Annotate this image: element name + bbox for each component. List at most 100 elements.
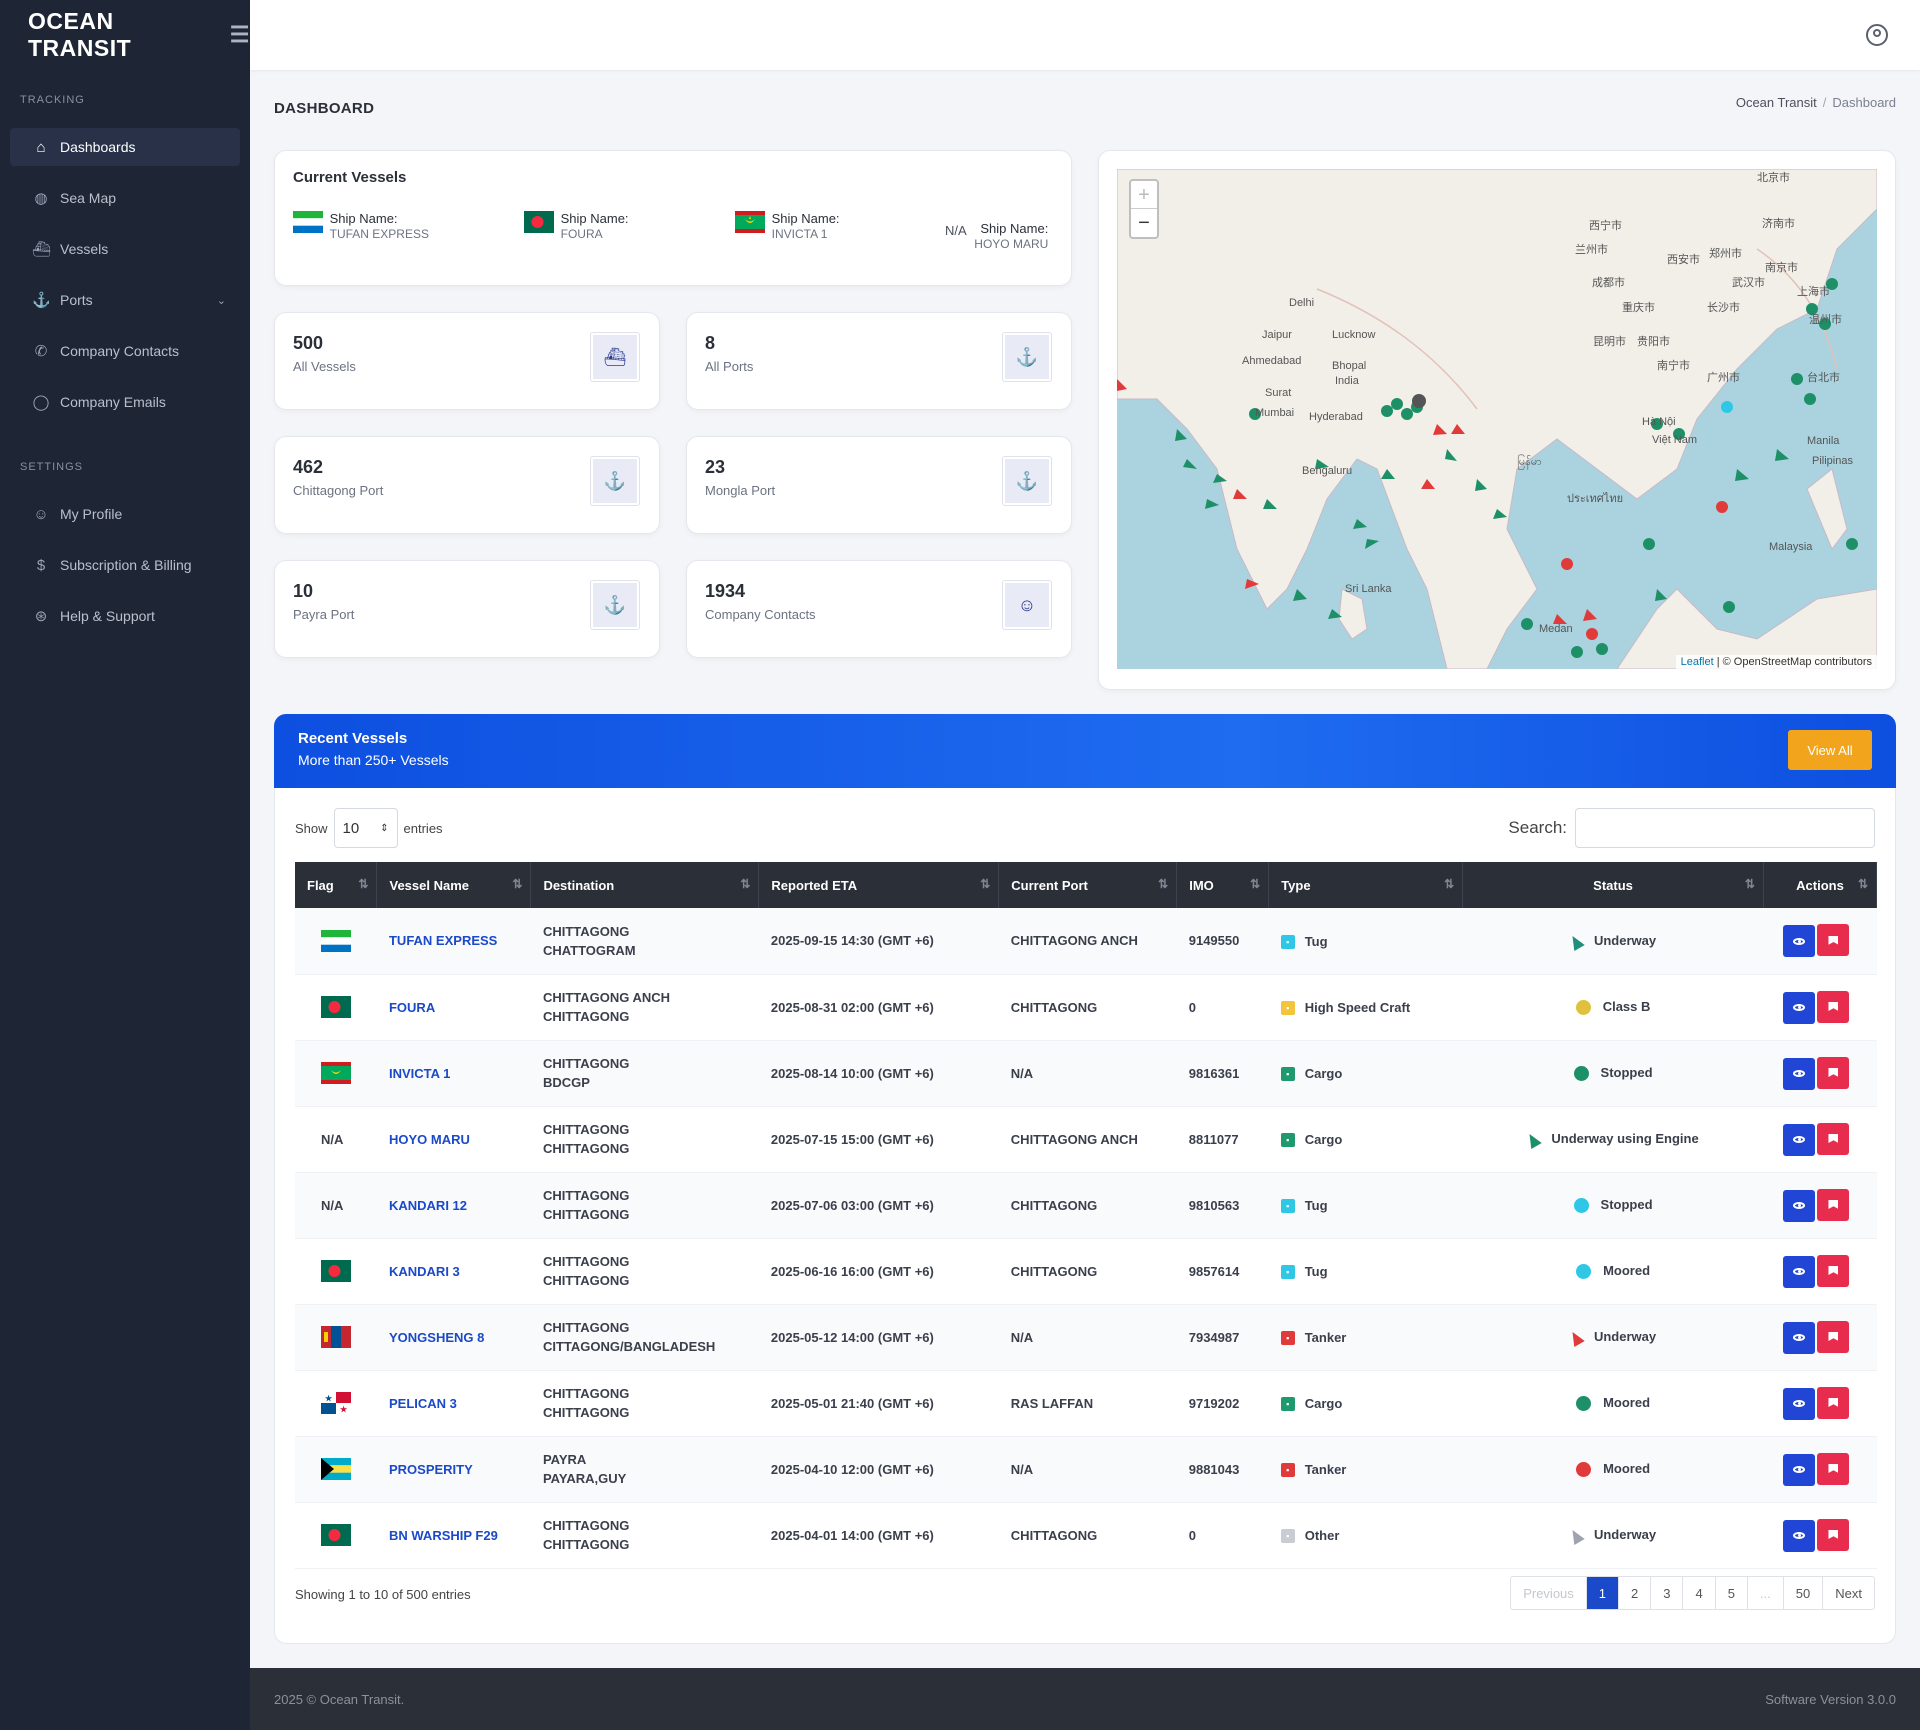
- table-row[interactable]: FOURA CHITTAGONG ANCH CHITTAGONG 2025-08-31…: [295, 974, 1877, 1041]
- column-header-vessel-name[interactable]: Vessel Name ⇅: [376, 862, 532, 908]
- cell-vessel-name[interactable]: HOYO MARU: [376, 1106, 531, 1173]
- view-button[interactable]: [1783, 991, 1816, 1024]
- map-button[interactable]: [1817, 924, 1850, 957]
- leaflet-link[interactable]: Leaflet: [1681, 656, 1714, 668]
- stat-card-all-vessels[interactable]: 500 All Vessels ⛴: [274, 312, 660, 410]
- view-button[interactable]: [1783, 1189, 1816, 1222]
- view-button[interactable]: [1783, 1321, 1816, 1354]
- view-all-button[interactable]: View All: [1788, 730, 1872, 770]
- cell-vessel-name[interactable]: PELICAN 3: [376, 1370, 531, 1437]
- user-icon: ☺: [1003, 581, 1051, 629]
- sidebar-item-ports[interactable]: ⚓ Ports ⌄: [10, 281, 240, 319]
- cell-vessel-name[interactable]: KANDARI 12: [376, 1172, 531, 1239]
- user-account-icon[interactable]: [1866, 24, 1888, 46]
- table-row[interactable]: PROSPERITY PAYRA PAYARA,GUY 2025-04-10 12:0…: [295, 1436, 1877, 1503]
- map-button[interactable]: [1817, 1254, 1850, 1287]
- zoom-out-button[interactable]: −: [1131, 209, 1157, 237]
- view-button[interactable]: [1783, 1123, 1816, 1156]
- current-vessel-item[interactable]: N/A Ship Name: HOYO MARU: [945, 221, 1048, 252]
- page-button[interactable]: Next: [1823, 1577, 1874, 1609]
- table-row[interactable]: N/A KANDARI 12 CHITTAGONG CHITTAGONG 2025-07…: [295, 1172, 1877, 1239]
- cell-vessel-name[interactable]: YONGSHENG 8: [376, 1304, 531, 1371]
- page-button[interactable]: Previous: [1511, 1577, 1587, 1609]
- column-header-actions[interactable]: Actions ⇅: [1763, 862, 1878, 908]
- view-button[interactable]: [1783, 1255, 1816, 1288]
- sort-icon: ⇅: [1444, 877, 1455, 891]
- search-input[interactable]: [1575, 808, 1875, 848]
- sidebar-item-dashboards[interactable]: ⌂ Dashboards: [10, 128, 240, 166]
- sidebar-item-my-profile[interactable]: ☺ My Profile: [10, 495, 240, 533]
- cell-vessel-name[interactable]: FOURA: [376, 974, 531, 1041]
- view-button[interactable]: [1783, 925, 1816, 958]
- stat-card-mongla-port[interactable]: 23 Mongla Port ⚓: [686, 436, 1072, 534]
- page-button[interactable]: 2: [1619, 1577, 1652, 1609]
- stat-card-all-ports[interactable]: 8 All Ports ⚓: [686, 312, 1072, 410]
- page-button[interactable]: 3: [1651, 1577, 1684, 1609]
- map-button[interactable]: [1817, 1518, 1850, 1551]
- sidebar-item-sea-map[interactable]: ◍ Sea Map: [10, 179, 240, 217]
- page-button[interactable]: 4: [1683, 1577, 1716, 1609]
- cell-vessel-name[interactable]: KANDARI 3: [376, 1238, 531, 1305]
- table-row[interactable]: YONGSHENG 8 CHITTAGONG CITTAGONG/BANGLADES…: [295, 1304, 1877, 1371]
- table-row[interactable]: INVICTA 1 CHITTAGONG BDCGP 2025-08-14 10:00…: [295, 1040, 1877, 1107]
- breadcrumb-home[interactable]: Ocean Transit: [1736, 95, 1817, 110]
- map-button[interactable]: [1817, 990, 1850, 1023]
- column-header-imo[interactable]: IMO ⇅: [1176, 862, 1270, 908]
- map-button[interactable]: [1817, 1122, 1850, 1155]
- sidebar-item-label: Company Emails: [60, 394, 166, 410]
- column-header-status[interactable]: Status ⇅: [1462, 862, 1764, 908]
- table-row[interactable]: ★ ★ PELICAN 3 CHITTAGONG CHITTAGONG 2025-05-0…: [295, 1370, 1877, 1437]
- ship-icon: ⛴: [591, 333, 639, 381]
- anchor-icon: ⚓: [1003, 457, 1051, 505]
- view-button[interactable]: [1783, 1387, 1816, 1420]
- sidebar-item-help[interactable]: ⊛ Help & Support: [10, 597, 240, 635]
- cell-vessel-name[interactable]: BN WARSHIP F29: [376, 1502, 531, 1569]
- map-button[interactable]: [1817, 1056, 1850, 1089]
- stat-card-payra-port[interactable]: 10 Payra Port ⚓: [274, 560, 660, 658]
- entries-select[interactable]: 10 ⇕: [333, 808, 398, 848]
- sidebar-item-company-emails[interactable]: ◯ Company Emails: [10, 383, 240, 421]
- topbar: [250, 0, 1920, 70]
- page-button[interactable]: 5: [1716, 1577, 1748, 1609]
- map-button[interactable]: [1817, 1188, 1850, 1221]
- sidebar-item-company-contacts[interactable]: ✆ Company Contacts: [10, 332, 240, 370]
- current-vessel-item[interactable]: Ship Name: INVICTA 1: [735, 211, 840, 242]
- vessel-map[interactable]: Delhi Jaipur Lucknow Ahmedabad Bhopal In…: [1117, 169, 1877, 669]
- brand-logo[interactable]: OCEAN TRANSIT ☰: [0, 0, 250, 70]
- cell-vessel-name[interactable]: TUFAN EXPRESS: [376, 908, 531, 975]
- table-row[interactable]: TUFAN EXPRESS CHITTAGONG CHATTOGRAM 2025-09…: [295, 908, 1877, 975]
- column-header-eta[interactable]: Reported ETA ⇅: [758, 862, 1000, 908]
- cell-imo: 9816361: [1176, 1040, 1269, 1107]
- map-button[interactable]: [1817, 1320, 1850, 1353]
- table-row[interactable]: KANDARI 3 CHITTAGONG CHITTAGONG 2025-06-16 …: [295, 1238, 1877, 1305]
- page-button[interactable]: ...: [1748, 1577, 1784, 1609]
- cell-vessel-name[interactable]: INVICTA 1: [376, 1040, 531, 1107]
- current-vessel-item[interactable]: Ship Name: FOURA: [524, 211, 629, 242]
- map-button[interactable]: [1817, 1386, 1850, 1419]
- column-header-type[interactable]: Type ⇅: [1268, 862, 1464, 908]
- map-label: 南京市: [1765, 262, 1798, 274]
- stat-card-chittagong-port[interactable]: 462 Chittagong Port ⚓: [274, 436, 660, 534]
- table-row[interactable]: N/A HOYO MARU CHITTAGONG CHITTAGONG 2025-07-…: [295, 1106, 1877, 1173]
- view-button[interactable]: [1783, 1453, 1816, 1486]
- stat-card-company-contacts[interactable]: 1934 Company Contacts ☺: [686, 560, 1072, 658]
- map-label: 南宁市: [1657, 360, 1690, 372]
- current-vessel-item[interactable]: Ship Name: TUFAN EXPRESS: [293, 211, 429, 242]
- page-button[interactable]: 1: [1586, 1577, 1620, 1609]
- sidebar-item-subscription[interactable]: $ Subscription & Billing: [10, 546, 240, 584]
- sort-icon: ⇅: [512, 877, 523, 891]
- column-header-current-port[interactable]: Current Port ⇅: [998, 862, 1178, 908]
- cell-actions: [1763, 1370, 1877, 1437]
- column-header-destination[interactable]: Destination ⇅: [530, 862, 760, 908]
- map-button[interactable]: [1817, 1452, 1850, 1485]
- view-button[interactable]: [1783, 1519, 1816, 1552]
- cell-imo: 7934987: [1176, 1304, 1269, 1371]
- sidebar-item-vessels[interactable]: ⛴ Vessels: [10, 230, 240, 268]
- menu-toggle-icon[interactable]: ☰: [230, 22, 250, 48]
- cell-vessel-name[interactable]: PROSPERITY: [376, 1436, 531, 1503]
- table-row[interactable]: BN WARSHIP F29 CHITTAGONG CHITTAGONG 2025-0…: [295, 1502, 1877, 1569]
- page-button[interactable]: 50: [1784, 1577, 1824, 1609]
- column-header-flag[interactable]: Flag ⇅: [295, 862, 378, 908]
- zoom-in-button[interactable]: +: [1131, 181, 1157, 209]
- view-button[interactable]: [1783, 1057, 1816, 1090]
